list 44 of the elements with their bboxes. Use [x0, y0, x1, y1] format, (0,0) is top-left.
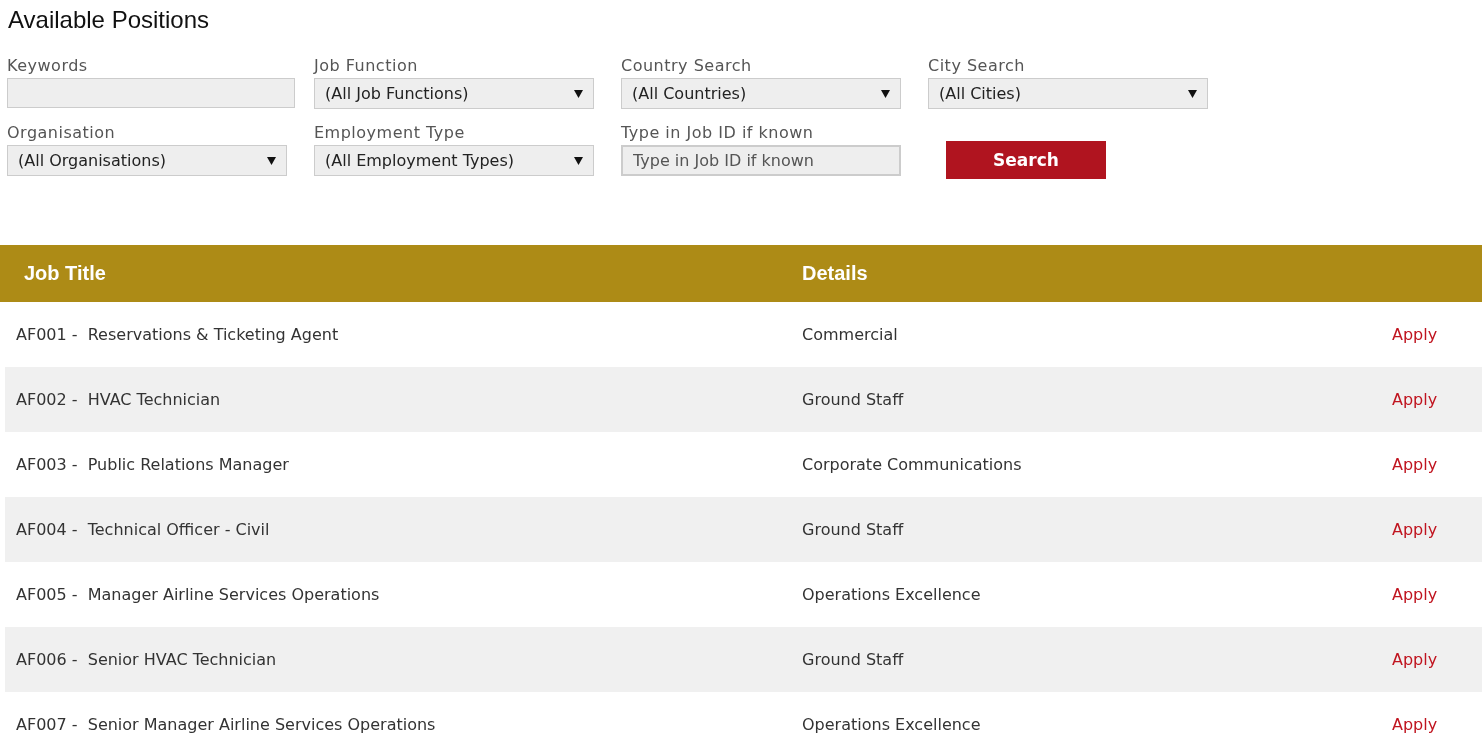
field-label: Country Search [621, 56, 753, 75]
input-field[interactable] [7, 78, 295, 108]
field-label: Organisation [7, 123, 117, 142]
caret-icon [574, 89, 583, 98]
job-details: Ground Staff [801, 520, 905, 539]
dropdown[interactable]: (All Organisations) [7, 145, 287, 176]
dropdown[interactable]: (All Countries) [621, 78, 901, 109]
page-title: Available Positions [7, 5, 210, 35]
job-title: AF002 - HVAC Technician [15, 390, 222, 409]
apply-link[interactable]: Apply [1392, 325, 1482, 344]
field-label: Keywords [7, 56, 89, 75]
apply-link[interactable]: Apply [1392, 715, 1482, 734]
column-header: Details [801, 262, 869, 285]
job-title: AF003 - Public Relations Manager [15, 455, 290, 474]
apply-link[interactable]: Apply [1392, 520, 1482, 539]
job-details: Ground Staff [801, 390, 905, 409]
apply-link[interactable]: Apply [1392, 585, 1482, 604]
job-title: AF001 - Reservations & Ticketing Agent [15, 325, 340, 344]
job-title: AF004 - Technical Officer - Civil [15, 520, 271, 539]
job-details: Commercial [801, 325, 899, 344]
dropdown[interactable]: (All Employment Types) [314, 145, 594, 176]
column-header: Job Title [23, 262, 107, 285]
job-title: AF007 - Senior Manager Airline Services Operations [15, 715, 437, 734]
field-label: City Search [928, 56, 1026, 75]
field-label: Employment Type [314, 123, 466, 142]
job-details: Operations Excellence [801, 715, 982, 734]
job-details: Ground Staff [801, 650, 905, 669]
field-label: Type in Job ID if known [621, 123, 815, 142]
search-button[interactable]: Search [946, 141, 1106, 179]
job-details: Operations Excellence [801, 585, 982, 604]
caret-icon [267, 156, 276, 165]
job-title: AF006 - Senior HVAC Technician [15, 650, 278, 669]
dropdown[interactable]: (All Job Functions) [314, 78, 594, 109]
field-label: Job Function [314, 56, 419, 75]
apply-link[interactable]: Apply [1392, 650, 1482, 669]
job-title: AF005 - Manager Airline Services Operations [15, 585, 381, 604]
input-field[interactable]: Type in Job ID if known [621, 145, 901, 176]
job-details: Corporate Communications [801, 455, 1023, 474]
apply-link[interactable]: Apply [1392, 390, 1482, 409]
caret-icon [881, 89, 890, 98]
apply-link[interactable]: Apply [1392, 455, 1482, 474]
dropdown[interactable]: (All Cities) [928, 78, 1208, 109]
caret-icon [1188, 89, 1197, 98]
caret-icon [574, 156, 583, 165]
